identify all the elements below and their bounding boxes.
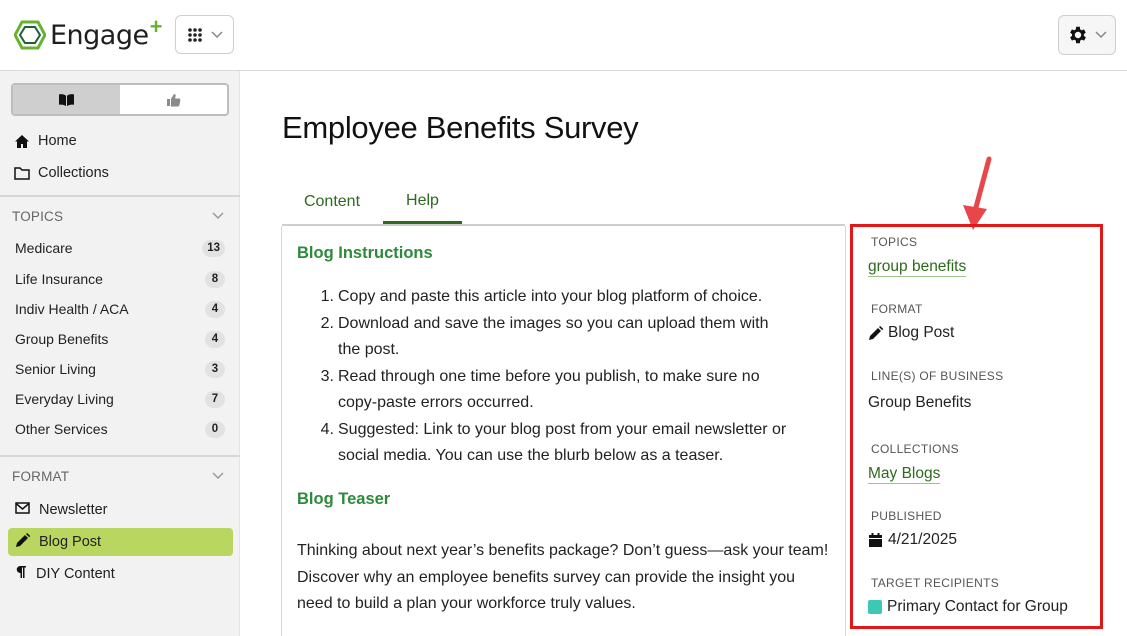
envelope-icon: [15, 502, 30, 518]
thumbs-up-icon: [167, 93, 181, 106]
recipients-meta-value: Primary Contact for Group: [868, 598, 1068, 616]
topic-senior-living[interactable]: Senior Living 3: [15, 358, 225, 380]
count-badge: 8: [205, 270, 225, 288]
count-badge: 13: [202, 239, 225, 257]
logo-text: Engage: [50, 19, 149, 51]
divider: [0, 455, 240, 457]
topic-group-benefits[interactable]: Group Benefits 4: [15, 328, 225, 350]
top-bar: Engage +: [0, 0, 1127, 71]
format-meta-label: FORMAT: [871, 302, 923, 316]
tab-help[interactable]: Help: [383, 180, 462, 224]
nav-collections[interactable]: Collections: [14, 161, 109, 185]
topics-heading: TOPICS: [12, 208, 64, 224]
topic-life-insurance[interactable]: Life Insurance 8: [15, 268, 225, 290]
chevron-down-icon: [210, 30, 223, 38]
book-open-icon: [59, 93, 74, 106]
format-label: DIY Content: [36, 566, 115, 582]
view-toggle: [11, 83, 229, 116]
topic-label: Senior Living: [15, 361, 96, 377]
list-item: 3. Read through one time before you publ…: [320, 367, 760, 412]
topic-other-services[interactable]: Other Services 0: [15, 418, 225, 440]
recipient-color-swatch: [868, 600, 882, 614]
list-item: 2. Download and save the images so you c…: [320, 314, 769, 359]
count-badge: 4: [205, 330, 225, 348]
format-label: Blog Post: [39, 534, 102, 550]
format-newsletter[interactable]: Newsletter: [8, 496, 233, 524]
count-badge: 4: [205, 300, 225, 318]
gear-icon: [1070, 26, 1086, 44]
metadata-highlight-box: [850, 224, 1103, 629]
topic-label: Everyday Living: [15, 391, 114, 407]
topic-indiv-health-aca[interactable]: Indiv Health / ACA 4: [15, 298, 225, 320]
count-badge: 0: [205, 420, 225, 438]
list-item: 1. Copy and paste this article into your…: [320, 288, 763, 305]
topic-label: Indiv Health / ACA: [15, 301, 129, 317]
grid-icon: [187, 27, 202, 42]
tab-content[interactable]: Content: [282, 180, 382, 224]
topics-meta-label: TOPICS: [871, 235, 918, 249]
published-meta-label: PUBLISHED: [871, 509, 942, 523]
blog-teaser-text: Thinking about next year’s benefits pack…: [297, 542, 829, 612]
settings-button[interactable]: [1058, 15, 1116, 55]
format-heading: FORMAT: [12, 468, 70, 484]
logo-plus: +: [149, 14, 163, 39]
topic-link[interactable]: group benefits: [868, 258, 967, 277]
topic-everyday-living[interactable]: Everyday Living 7: [15, 388, 225, 410]
divider: [0, 195, 240, 197]
nav-home[interactable]: Home: [14, 129, 77, 153]
home-icon: [14, 133, 30, 149]
format-label: Newsletter: [39, 502, 108, 518]
format-diy-content[interactable]: DIY Content: [8, 560, 233, 588]
collections-meta-label: COLLECTIONS: [871, 442, 959, 456]
topic-label: Group Benefits: [15, 331, 109, 347]
recommended-view-button[interactable]: [120, 85, 227, 114]
topic-label: Medicare: [15, 240, 73, 256]
nav-collections-label: Collections: [38, 165, 109, 181]
format-blog-post[interactable]: Blog Post: [8, 528, 233, 556]
chevron-down-icon: [212, 472, 224, 480]
format-section-header[interactable]: FORMAT: [12, 466, 224, 486]
logo-hexagon-icon: [14, 20, 46, 50]
folder-icon: [14, 165, 30, 181]
logo[interactable]: Engage +: [14, 14, 162, 52]
collection-link[interactable]: May Blogs: [868, 465, 941, 484]
library-view-button[interactable]: [13, 85, 120, 114]
lob-meta-label: LINE(S) OF BUSINESS: [871, 369, 1004, 383]
calendar-icon: [869, 533, 882, 547]
list-item: 4. Suggested: Link to your blog post fro…: [320, 420, 787, 465]
blog-instructions-heading: Blog Instructions: [297, 244, 433, 262]
count-badge: 3: [205, 360, 225, 378]
topic-label: Life Insurance: [15, 271, 103, 287]
annotation-arrow-icon: [963, 156, 992, 230]
chevron-down-icon: [1095, 31, 1107, 39]
published-meta-value: 4/21/2025: [868, 531, 957, 549]
count-badge: 7: [205, 390, 225, 408]
pencil-icon: [869, 325, 883, 340]
paragraph-icon: [15, 565, 27, 583]
chevron-down-icon: [212, 212, 224, 220]
format-meta-value: Blog Post: [868, 324, 954, 342]
topic-medicare[interactable]: Medicare 13: [15, 237, 225, 259]
blog-teaser-heading: Blog Teaser: [297, 490, 391, 508]
lob-meta-value: Group Benefits: [868, 394, 972, 411]
nav-home-label: Home: [38, 133, 77, 149]
topic-label: Other Services: [15, 421, 108, 437]
sidebar: Home Collections TOPICS Medicare 13 Life…: [0, 71, 240, 636]
pencil-icon: [15, 532, 31, 552]
instructions-list: 1. Copy and paste this article into your…: [318, 284, 838, 470]
recipients-meta-label: TARGET RECIPIENTS: [871, 576, 1000, 590]
topics-section-header[interactable]: TOPICS: [12, 206, 224, 226]
page-title: Employee Benefits Survey: [282, 110, 639, 145]
apps-menu-button[interactable]: [175, 15, 234, 54]
